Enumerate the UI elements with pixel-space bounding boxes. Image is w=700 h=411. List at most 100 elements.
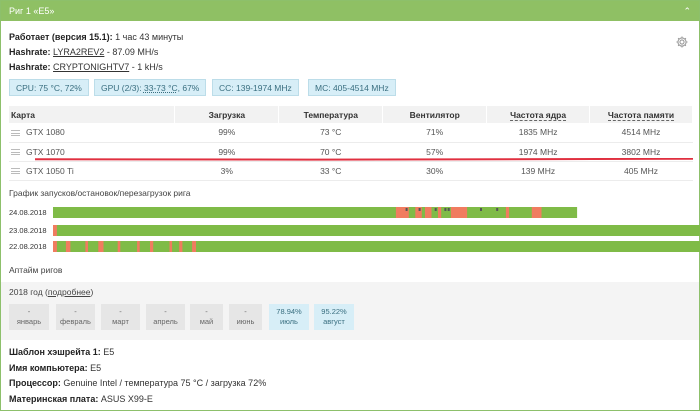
gpu-temp: 33 °C <box>278 161 383 181</box>
month-name: январь <box>16 317 42 326</box>
gpu-load: 3% <box>174 161 279 181</box>
uptime-segment <box>53 225 700 236</box>
motherboard-label: Материнская плата: <box>9 394 99 404</box>
gpu-name: GTX 1080 <box>26 127 65 138</box>
template-line: Шаблон хэшрейта 1: E5 <box>9 347 114 357</box>
hashrate-line-2: Hashrate: CRYPTONIGHTV7 - 1 kH/s <box>9 62 163 72</box>
hashrate-algo-link[interactable]: CRYPTONIGHTV7 <box>53 62 129 72</box>
month-value: 95.22% <box>321 307 347 316</box>
drag-handle-icon[interactable] <box>11 168 20 175</box>
month-tile[interactable]: 95.22% август <box>314 304 354 330</box>
gpu-memory-clock: 405 MHz <box>589 161 693 181</box>
cpu-badge: CPU: 75 °C, 72% <box>9 79 89 96</box>
hostname-line: Имя компьютера: E5 <box>9 363 101 373</box>
hashrate-algo-link[interactable]: LYRA2REV2 <box>53 47 104 57</box>
restart-segment <box>438 207 442 218</box>
cpu-value: Genuine Intel / температура 75 °C / загр… <box>63 378 267 388</box>
stop-mark <box>447 208 450 211</box>
gpu-name: GTX 1050 Ti <box>26 165 74 176</box>
gpu-name-cell: GTX 1050 Ti <box>9 161 175 181</box>
restart-segment <box>450 207 468 218</box>
restart-segment <box>425 207 432 218</box>
gpu-load: 99% <box>174 123 279 143</box>
month-value: - <box>74 307 77 316</box>
cpu-line: Процессор: Genuine Intel / температура 7… <box>9 378 266 388</box>
core-clock-badge: CC: 139-1974 MHz <box>212 79 299 96</box>
gpu-badge: GPU (2/3): 33-73 °C, 67% <box>94 79 207 96</box>
template-value: E5 <box>103 347 115 357</box>
chevron-up-icon[interactable]: ⌃ <box>683 1 691 21</box>
hostname-value: E5 <box>90 363 102 373</box>
month-name: апрель <box>153 317 178 326</box>
hostname-label: Имя компьютера: <box>9 363 88 373</box>
rig-title: Риг 1 «E5» <box>9 6 55 16</box>
gear-icon[interactable] <box>675 35 689 49</box>
month-tile[interactable]: - февраль <box>56 304 95 330</box>
column-header-card: Карта <box>9 106 176 123</box>
uptime-date: 24.08.2018 <box>9 208 47 217</box>
gpu-table: Карта Загрузка Температура Вентилятор Ча… <box>9 106 693 181</box>
month-name: июль <box>280 317 298 326</box>
details-link[interactable]: подробнее <box>48 287 91 297</box>
month-tile[interactable]: - апрель <box>146 304 185 330</box>
uptime-label: Работает (версия 15.1): <box>9 32 113 42</box>
restart-segment <box>65 241 71 252</box>
stop-mark <box>405 208 408 211</box>
month-name: август <box>323 317 345 326</box>
column-header-load: Загрузка <box>174 106 280 123</box>
gpu-memory-clock: 4514 MHz <box>589 123 693 143</box>
month-tile[interactable]: - июнь <box>229 304 262 330</box>
stop-mark <box>418 208 421 211</box>
restart-segment <box>150 241 154 252</box>
stop-mark <box>434 208 437 211</box>
restart-segment <box>531 207 542 218</box>
month-tile[interactable]: - январь <box>9 304 49 330</box>
cpu-label: Процессор: <box>9 378 61 388</box>
month-value: - <box>205 307 208 316</box>
gpu-name-cell: GTX 1080 <box>9 123 175 143</box>
motherboard-value: ASUS X99-E <box>100 394 153 404</box>
rig-panel: Риг 1 «E5» ⌃ Работает (версия 15.1): 1 ч… <box>0 0 700 411</box>
year-prefix: 2018 год ( <box>9 287 48 297</box>
uptime-bar-1 <box>53 225 700 236</box>
uptime-section-title: Аптайм ригов <box>9 265 63 275</box>
restart-segment <box>169 241 173 252</box>
uptime-line: Работает (версия 15.1): 1 час 43 минуты <box>9 32 183 42</box>
column-header-core-clock[interactable]: Частота ядра <box>486 106 591 123</box>
month-name: май <box>199 317 214 326</box>
month-tile[interactable]: 78.94% июль <box>269 304 309 330</box>
month-value: - <box>164 307 167 316</box>
highlight-underline <box>35 158 693 161</box>
stop-mark <box>480 208 482 211</box>
year-label: 2018 год (подробнее) <box>9 287 93 297</box>
restart-segment <box>53 241 57 252</box>
core-clock-header-label: Частота ядра <box>510 109 567 121</box>
restart-segment <box>53 225 57 236</box>
column-header-temperature: Температура <box>278 106 384 123</box>
year-suffix: ) <box>90 287 94 297</box>
uptime-bar-2 <box>53 241 700 252</box>
gpu-fan: 71% <box>382 123 487 143</box>
month-value: - <box>244 307 247 316</box>
month-value: - <box>119 307 122 316</box>
template-label: Шаблон хэшрейта 1: <box>9 347 101 357</box>
restart-segment <box>137 241 140 252</box>
month-tile[interactable]: - март <box>101 304 140 330</box>
column-header-fan: Вентилятор <box>382 106 488 123</box>
restart-segment <box>192 241 196 252</box>
gpu-fan: 30% <box>382 161 487 181</box>
drag-handle-icon[interactable] <box>11 130 20 136</box>
gpu-badge-prefix: GPU (2/3): <box>101 83 144 93</box>
drag-handle-icon[interactable] <box>11 149 20 156</box>
month-tile[interactable]: - май <box>190 304 223 330</box>
rig-header[interactable]: Риг 1 «E5» ⌃ <box>1 1 699 21</box>
table-header-row: Карта Загрузка Температура Вентилятор Ча… <box>9 106 693 123</box>
column-header-memory-clock[interactable]: Частота памяти <box>589 106 693 123</box>
table-row: GTX 1050 Ti 3% 33 °C 30% 139 MHz 405 MHz <box>9 161 693 181</box>
month-value: 78.94% <box>276 307 302 316</box>
uptime-segment <box>53 207 578 218</box>
hashrate-line-1: Hashrate: LYRA2REV2 - 87.09 MH/s <box>9 47 158 57</box>
month-name: июнь <box>236 317 255 326</box>
memory-clock-header-label: Частота памяти <box>607 109 675 121</box>
restart-segment <box>179 241 183 252</box>
